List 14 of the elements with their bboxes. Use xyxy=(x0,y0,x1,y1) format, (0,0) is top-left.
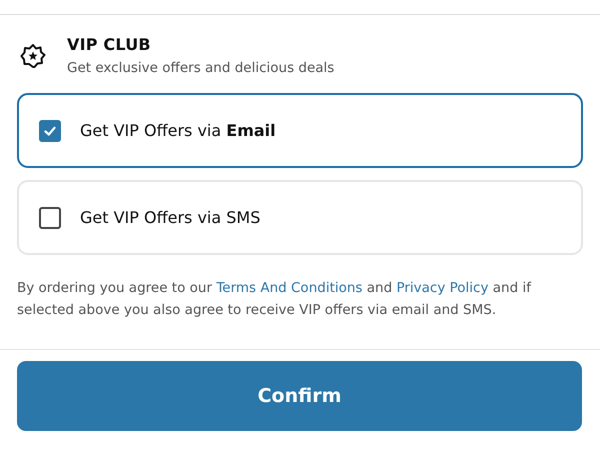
section-subtitle: Get exclusive offers and delicious deals xyxy=(67,60,334,76)
option-label: Get VIP Offers via SMS xyxy=(80,208,260,227)
checkmark-icon xyxy=(43,124,57,138)
option-card[interactable]: Get VIP Offers via Email xyxy=(17,93,583,168)
confirm-button[interactable]: Confirm xyxy=(17,361,582,431)
option-card[interactable]: Get VIP Offers via SMS xyxy=(17,180,583,255)
section-title: VIP CLUB xyxy=(67,35,152,54)
checkbox[interactable] xyxy=(39,120,61,142)
checkbox[interactable] xyxy=(39,206,61,228)
option-label: Get VIP Offers via Email xyxy=(80,121,276,140)
legal-link[interactable]: Terms And Conditions xyxy=(216,280,362,296)
legal-link[interactable]: Privacy Policy xyxy=(396,280,488,296)
legal-text: By ordering you agree to our Terms And Conditions and Privacy Policy and if selected above you also agree to receive VIP offers via email and SMS. xyxy=(17,279,532,320)
star-badge-icon xyxy=(20,42,46,68)
